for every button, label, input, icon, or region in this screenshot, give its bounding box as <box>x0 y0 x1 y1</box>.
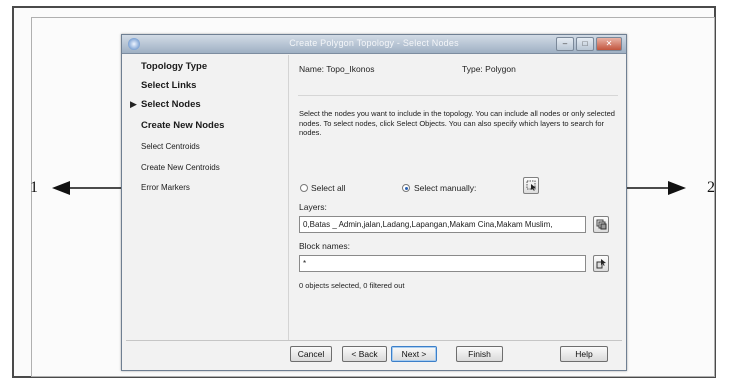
block-names-label: Block names: <box>299 241 351 251</box>
step-select-links: Select Links <box>141 80 197 91</box>
minimize-icon[interactable]: – <box>556 37 574 51</box>
button-row-divider <box>126 340 622 341</box>
topology-type-label: Type: Polygon <box>462 64 516 74</box>
block-picker-icon <box>596 259 606 269</box>
current-step-arrow-icon: ▶ <box>130 99 137 109</box>
cancel-button[interactable]: Cancel <box>290 346 332 362</box>
maximize-icon[interactable]: □ <box>576 37 594 51</box>
layers-label: Layers: <box>299 202 327 212</box>
back-button[interactable]: < Back <box>342 346 387 362</box>
select-all-label[interactable]: Select all <box>311 183 346 193</box>
sidebar-divider <box>288 55 289 340</box>
next-button[interactable]: Next > <box>391 346 437 362</box>
step-select-centroids: Select Centroids <box>141 142 200 151</box>
header-divider <box>298 95 618 96</box>
step-topology-type: Topology Type <box>141 61 208 72</box>
select-all-radio[interactable] <box>300 184 308 192</box>
dialog-titlebar[interactable]: Create Polygon Topology - Select Nodes –… <box>122 35 626 54</box>
help-button[interactable]: Help <box>560 346 608 362</box>
dialog-title: Create Polygon Topology - Select Nodes <box>289 38 459 48</box>
select-objects-button[interactable] <box>523 177 539 194</box>
close-icon[interactable]: ✕ <box>596 37 622 51</box>
select-manually-label[interactable]: Select manually: <box>414 183 476 193</box>
window-controls: – □ ✕ <box>556 37 622 51</box>
layers-field[interactable]: 0,Batas _ Admin,jalan,Ladang,Lapangan,Ma… <box>299 216 586 233</box>
callout-number-2: 2 <box>707 179 715 196</box>
instructions-text: Select the nodes you want to include in … <box>299 109 615 137</box>
callout-number-1: 1 <box>30 179 38 196</box>
step-create-new-nodes: Create New Nodes <box>141 120 225 131</box>
selection-status-text: 0 objects selected, 0 filtered out <box>299 281 405 290</box>
block-names-field[interactable]: * <box>299 255 586 272</box>
select-objects-icon <box>526 180 536 191</box>
layers-picker-button[interactable] <box>593 216 609 233</box>
select-manually-radio[interactable] <box>402 184 410 192</box>
topology-name-label: Name: Topo_Ikonos <box>299 64 375 74</box>
finish-button[interactable]: Finish <box>456 346 503 362</box>
step-select-nodes-row: ▶ Select Nodes <box>130 99 280 113</box>
wizard-dialog: Create Polygon Topology - Select Nodes –… <box>121 34 627 371</box>
step-create-new-centroids: Create New Centroids <box>141 163 220 172</box>
block-picker-button[interactable] <box>593 255 609 272</box>
step-select-nodes: Select Nodes <box>141 99 201 110</box>
layers-stack-icon <box>596 219 606 230</box>
step-error-markers: Error Markers <box>141 183 190 192</box>
